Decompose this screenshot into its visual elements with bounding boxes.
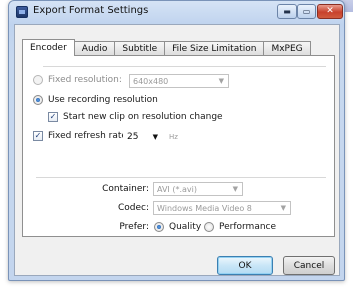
codec-value: Windows Media Video 8 <box>157 203 252 213</box>
tab-file-size-limitation[interactable]: File Size Limitation <box>164 41 265 56</box>
divider <box>36 177 326 178</box>
chevron-down-icon: ▼ <box>232 185 238 193</box>
prefer-label: Prefer: <box>119 222 149 232</box>
cancel-button[interactable]: Cancel <box>283 256 335 275</box>
encoder-tab-panel: Fixed resolution: 640x480 ▼ Use recordin… <box>22 55 335 237</box>
prefer-performance-radio[interactable] <box>204 222 214 232</box>
title-bar[interactable]: Export Format Settings ▬ ▭ ✕ <box>9 1 344 23</box>
dialog-client-area: Encoder Audio Subtitle File Size Limitat… <box>14 24 340 276</box>
ok-button[interactable]: OK <box>217 256 273 275</box>
container-label: Container: <box>102 184 149 194</box>
fixed-resolution-label: Fixed resolution: <box>48 75 122 85</box>
use-recording-resolution-label: Use recording resolution <box>48 95 158 105</box>
minimize-icon: ▬ <box>283 6 291 16</box>
export-format-settings-dialog: Export Format Settings ▬ ▭ ✕ Encoder Aud… <box>8 0 345 281</box>
checkmark-icon: ✓ <box>34 131 42 140</box>
checkmark-icon: ✓ <box>49 112 57 121</box>
start-new-clip-option[interactable]: ✓ Start new clip on resolution change <box>48 112 223 122</box>
use-recording-resolution-option[interactable]: Use recording resolution <box>33 95 158 105</box>
prefer-performance-label: Performance <box>219 222 277 232</box>
maximize-button[interactable]: ▭ <box>297 4 316 19</box>
divider <box>43 66 326 67</box>
minimize-button[interactable]: ▬ <box>277 4 297 19</box>
chevron-down-icon: ▼ <box>218 77 224 85</box>
refresh-rate-dropdown[interactable]: 25 ▼ <box>123 130 163 144</box>
tab-subtitle[interactable]: Subtitle <box>114 41 166 56</box>
fixed-refresh-rate-option[interactable]: ✓ Fixed refresh rate: <box>33 131 130 141</box>
fixed-refresh-rate-label: Fixed refresh rate: <box>48 131 130 141</box>
codec-label: Codec: <box>117 203 149 213</box>
maximize-icon: ▭ <box>302 6 311 16</box>
container-dropdown[interactable]: AVI (*.avi) ▼ <box>153 182 243 196</box>
fixed-resolution-radio[interactable] <box>33 75 43 85</box>
prefer-quality-radio[interactable] <box>154 222 164 232</box>
codec-dropdown[interactable]: Windows Media Video 8 ▼ <box>153 201 291 215</box>
refresh-rate-unit: Hz <box>169 133 178 141</box>
tab-strip: Encoder Audio Subtitle File Size Limitat… <box>22 39 311 56</box>
tab-mxpeg[interactable]: MxPEG <box>263 41 311 56</box>
refresh-rate-value: 25 <box>127 132 139 142</box>
close-button[interactable]: ✕ <box>317 4 343 19</box>
use-recording-resolution-radio[interactable] <box>33 95 43 105</box>
start-new-clip-checkbox[interactable]: ✓ <box>48 112 58 122</box>
container-value: AVI (*.avi) <box>157 184 197 194</box>
tab-encoder[interactable]: Encoder <box>22 39 75 56</box>
fixed-refresh-rate-checkbox[interactable]: ✓ <box>33 131 43 141</box>
fixed-resolution-dropdown[interactable]: 640x480 ▼ <box>129 74 229 88</box>
app-icon <box>16 6 28 18</box>
start-new-clip-label: Start new clip on resolution change <box>63 112 223 122</box>
chevron-down-icon: ▼ <box>152 133 158 141</box>
chevron-down-icon: ▼ <box>280 204 286 212</box>
prefer-quality-option[interactable]: Quality <box>154 222 201 232</box>
tab-audio[interactable]: Audio <box>73 41 116 56</box>
fixed-resolution-value: 640x480 <box>133 76 169 86</box>
window-title: Export Format Settings <box>33 5 149 16</box>
fixed-resolution-option[interactable]: Fixed resolution: <box>33 75 122 85</box>
prefer-performance-option[interactable]: Performance <box>204 222 276 232</box>
prefer-quality-label: Quality <box>169 222 202 232</box>
close-icon: ✕ <box>326 6 334 16</box>
